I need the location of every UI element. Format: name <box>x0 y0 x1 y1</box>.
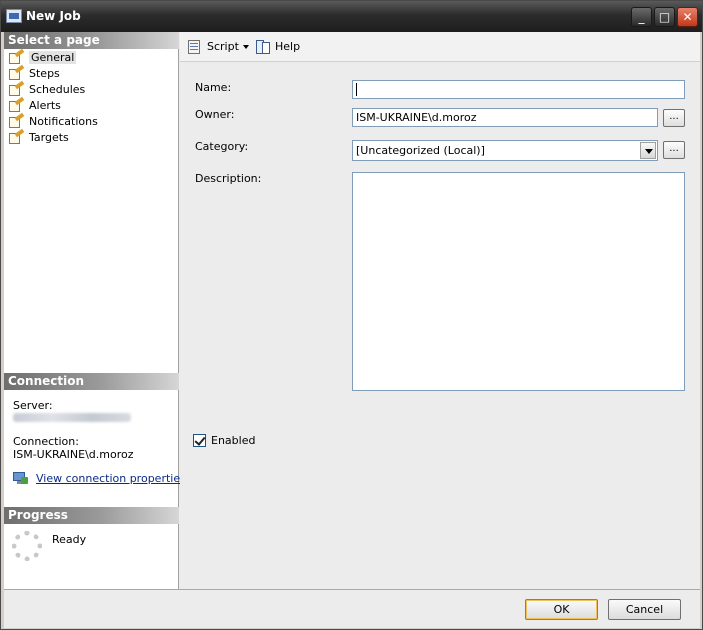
page-item-label: Alerts <box>29 99 61 112</box>
page-item-label: Targets <box>29 131 69 144</box>
page-item-steps[interactable]: Steps <box>8 64 178 82</box>
page-edit-icon <box>9 128 25 144</box>
script-icon <box>187 39 204 55</box>
progress-spinner-icon <box>12 531 42 561</box>
help-book-icon <box>256 39 271 55</box>
page-edit-icon <box>9 112 25 128</box>
enabled-checkbox[interactable] <box>193 434 206 447</box>
ok-button[interactable]: OK <box>525 599 598 620</box>
page-edit-icon <box>9 96 25 112</box>
text-caret <box>356 82 357 96</box>
minimize-button[interactable]: _ <box>631 7 652 27</box>
page-item-general[interactable]: General <box>8 48 178 66</box>
page-item-label: General <box>29 51 77 64</box>
window-title: New Job <box>26 9 81 23</box>
chevron-down-icon[interactable] <box>640 142 656 159</box>
script-label: Script <box>207 40 239 53</box>
connection-header: Connection <box>4 373 179 390</box>
page-edit-icon <box>9 80 25 96</box>
owner-label: Owner: <box>195 108 235 121</box>
chevron-down-icon[interactable] <box>243 45 249 49</box>
connection-properties-icon <box>13 472 29 485</box>
category-label: Category: <box>195 140 249 153</box>
enabled-label[interactable]: Enabled <box>211 434 255 447</box>
server-label: Server: <box>13 399 53 412</box>
page-edit-icon <box>9 64 25 80</box>
page-list: General Steps Schedules Alerts Notificat… <box>8 48 178 146</box>
dialog-client-area: Select a page General Steps Schedules Al… <box>4 32 700 589</box>
owner-field[interactable]: ISM-UKRAINE\d.moroz <box>352 108 658 127</box>
progress-status: Ready <box>52 533 87 546</box>
help-label: Help <box>275 40 301 53</box>
page-item-targets[interactable]: Targets <box>8 128 178 146</box>
page-item-schedules[interactable]: Schedules <box>8 80 178 98</box>
general-page-form: Name: Owner: ISM-UKRAINE\d.moroz ... Cat… <box>180 63 700 589</box>
title-bar[interactable]: New Job _ □ ✕ <box>1 1 702 32</box>
view-connection-properties-text[interactable]: View connection properties <box>36 472 186 485</box>
progress-header: Progress <box>4 507 179 524</box>
close-button[interactable]: ✕ <box>677 7 698 27</box>
cancel-button[interactable]: Cancel <box>608 599 681 620</box>
page-edit-icon <box>9 48 25 64</box>
category-select[interactable]: [Uncategorized (Local)] <box>352 140 658 161</box>
category-browse-button[interactable]: ... <box>663 141 685 159</box>
page-item-notifications[interactable]: Notifications <box>8 112 178 130</box>
description-label: Description: <box>195 172 262 185</box>
category-value: [Uncategorized (Local)] <box>356 144 485 157</box>
name-field[interactable] <box>352 80 685 99</box>
page-item-label: Steps <box>29 67 60 80</box>
connection-value: ISM-UKRAINE\d.moroz <box>13 448 134 461</box>
dialog-button-bar: OK Cancel <box>4 589 700 628</box>
page-item-label: Schedules <box>29 83 86 96</box>
maximize-button[interactable]: □ <box>654 7 675 27</box>
new-job-dialog: New Job _ □ ✕ Select a page General Step… <box>0 0 703 630</box>
page-item-label: Notifications <box>29 115 98 128</box>
toolbar: Script Help <box>180 32 700 62</box>
select-page-header: Select a page <box>4 32 179 49</box>
connection-label: Connection: <box>13 435 79 448</box>
description-textarea[interactable] <box>352 172 685 391</box>
page-item-alerts[interactable]: Alerts <box>8 96 178 114</box>
window-app-icon <box>6 9 22 23</box>
left-pane: Select a page General Steps Schedules Al… <box>4 32 186 589</box>
server-value-redacted <box>13 413 131 422</box>
name-label: Name: <box>195 81 232 94</box>
owner-browse-button[interactable]: ... <box>663 109 685 127</box>
